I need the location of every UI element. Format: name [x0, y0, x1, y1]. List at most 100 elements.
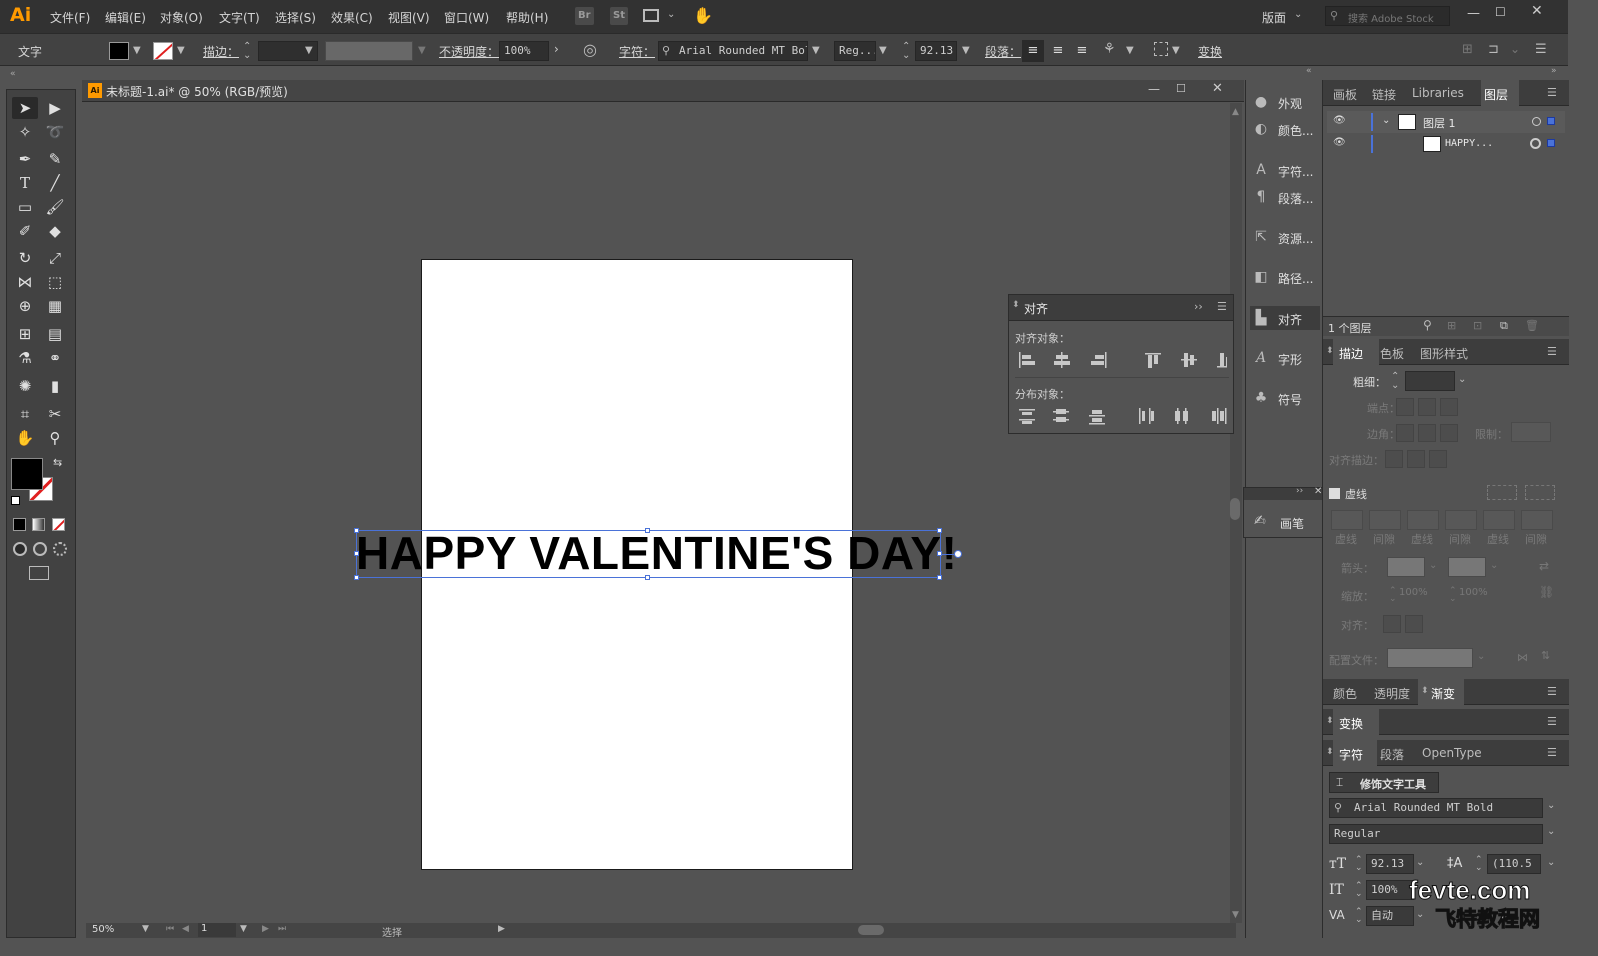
arrange-documents-icon[interactable]	[643, 9, 659, 22]
transform-link[interactable]: 变换	[1198, 43, 1222, 60]
resize-handle[interactable]	[354, 528, 359, 533]
font-style-field[interactable]: Reg...	[834, 41, 876, 61]
brushes-label[interactable]: 画笔	[1280, 515, 1304, 532]
tab-swatches[interactable]: 色板	[1380, 345, 1404, 362]
none-mode-icon[interactable]	[52, 518, 65, 531]
menu-effect[interactable]: 效果(C)	[331, 9, 373, 26]
char-font-style-field[interactable]: Regular	[1329, 824, 1543, 844]
next-artboard-icon[interactable]: ▶	[262, 924, 269, 934]
panel-pathfinder[interactable]: ◧ 路径...	[1250, 265, 1320, 289]
stock-search-input[interactable]: ⚲ 搜索 Adobe Stock	[1325, 6, 1450, 26]
chevron-down-icon[interactable]: ▼	[418, 45, 426, 56]
chevron-down-icon[interactable]: ⌄	[1416, 857, 1424, 868]
curvature-tool-icon[interactable]: ✎	[42, 148, 68, 170]
chevron-down-icon[interactable]: ▼	[133, 45, 141, 56]
stroke-weight-stepper[interactable]: ⌃ ⌄	[1391, 372, 1399, 391]
tab-paragraph[interactable]: 段落	[1380, 746, 1404, 763]
align-to-selection-icon[interactable]	[1154, 42, 1168, 56]
char-font-size-field[interactable]: 92.13 |	[1366, 854, 1414, 874]
menu-icon[interactable]: ☰	[1547, 746, 1557, 759]
tab-layers[interactable]: 图层	[1484, 86, 1508, 103]
tab-character[interactable]: 字符	[1339, 746, 1363, 763]
shaper-tool-icon[interactable]: ✐	[12, 220, 38, 242]
document-tab[interactable]: Ai 未标题-1.ai* @ 50% (RGB/预览) — ☐ ✕	[82, 80, 1244, 102]
tab-transparency[interactable]: 透明度	[1374, 685, 1410, 702]
zoom-level[interactable]: 50%	[92, 924, 114, 935]
stroke-swatch[interactable]	[153, 42, 173, 60]
panel-glyphs[interactable]: A 字形	[1250, 346, 1320, 370]
tab-links[interactable]: 链接	[1372, 86, 1396, 103]
new-layer-icon[interactable]: ⧉	[1500, 319, 1508, 333]
pen-tool-icon[interactable]: ✒	[12, 148, 38, 170]
minimize-window-icon[interactable]: —	[1467, 6, 1480, 21]
menu-type[interactable]: 文字(T)	[219, 9, 260, 26]
char-font-family-field[interactable]: ⚲ Arial Rounded MT Bold	[1329, 798, 1543, 818]
opacity-field[interactable]: 100%	[499, 41, 549, 61]
layer-row[interactable]: 👁 ⌄ 图层 1	[1327, 111, 1565, 133]
width-tool-icon[interactable]: ⋈	[12, 271, 38, 293]
chevron-down-icon[interactable]: ▼	[1126, 45, 1134, 56]
workspace-switcher[interactable]: 版面	[1262, 9, 1286, 26]
close-window-icon[interactable]: ✕	[1531, 3, 1543, 19]
target-icon[interactable]	[1532, 117, 1541, 126]
chevron-down-icon[interactable]: ⌄	[1547, 857, 1555, 868]
minimize-document-icon[interactable]: —	[1148, 82, 1160, 96]
tab-stroke[interactable]: 描边	[1339, 345, 1363, 362]
font-size-field[interactable]: 92.13 |	[915, 41, 957, 61]
stroke-stepper[interactable]: ⌃ ⌄	[243, 42, 251, 61]
selection-bounding-box[interactable]	[356, 530, 941, 578]
canvas-area[interactable]: HAPPY VALENTINE'S DAY!	[86, 103, 1226, 923]
hand-tool-icon[interactable]: ✋	[12, 427, 38, 449]
menu-icon[interactable]: ☰	[1217, 300, 1227, 313]
stroke-weight-input[interactable]	[1405, 371, 1455, 391]
direct-selection-tool-icon[interactable]: ▶	[42, 97, 68, 119]
eraser-tool-icon[interactable]: ◆	[42, 220, 68, 242]
first-artboard-icon[interactable]: ⏮	[166, 924, 174, 934]
chevron-down-icon[interactable]: ▼	[879, 45, 887, 56]
maximize-window-icon[interactable]: ☐	[1495, 5, 1506, 19]
gradient-mode-icon[interactable]	[32, 518, 45, 531]
selection-indicator[interactable]	[1547, 117, 1555, 125]
selection-tool-icon[interactable]: ➤	[12, 97, 38, 119]
resize-handle[interactable]	[354, 551, 359, 556]
vertical-scale-stepper[interactable]: ⌃ ⌄	[1355, 882, 1363, 899]
menu-icon[interactable]: ☰	[1547, 345, 1557, 358]
panel-symbols[interactable]: ♣ 符号	[1250, 386, 1320, 410]
panel-appearance[interactable]: ● 外观	[1250, 90, 1320, 114]
tab-graphic-styles[interactable]: 图形样式	[1420, 345, 1468, 362]
touch-type-tool-button[interactable]: ⌶ 修饰文字工具	[1329, 772, 1439, 793]
menu-icon[interactable]: ☰	[1547, 86, 1557, 99]
sublayer-name[interactable]: HAPPY...	[1445, 138, 1493, 149]
chevron-down-icon[interactable]: ▼	[142, 924, 149, 934]
color-mode-icon[interactable]	[13, 518, 26, 531]
panel-color[interactable]: ◐ 颜色...	[1250, 117, 1320, 141]
dashed-line-checkbox[interactable]	[1329, 488, 1340, 499]
panel-align[interactable]: ▙ 对齐	[1250, 306, 1320, 330]
last-artboard-icon[interactable]: ⏭	[278, 924, 286, 934]
expand-icon[interactable]: «	[1306, 66, 1312, 76]
type-tool-icon[interactable]: T	[12, 172, 38, 194]
chevron-down-icon[interactable]: ⌄	[1382, 115, 1390, 126]
free-transform-tool-icon[interactable]: ⬚	[42, 271, 68, 293]
chevron-down-icon[interactable]: ⌄	[667, 9, 675, 20]
chevron-down-icon[interactable]: ▼	[240, 924, 247, 934]
menu-icon[interactable]: ☰	[1547, 715, 1557, 728]
resize-handle[interactable]	[937, 575, 942, 580]
collapse-icon[interactable]: »	[1551, 66, 1557, 76]
menu-file[interactable]: 文件(F)	[50, 9, 90, 26]
fill-swatch[interactable]	[109, 42, 129, 60]
scroll-down-icon[interactable]: ▼	[1232, 910, 1239, 920]
perspective-grid-tool-icon[interactable]: ▦	[42, 295, 68, 317]
menu-icon[interactable]: ☰	[1535, 42, 1547, 57]
menu-help[interactable]: 帮助(H)	[506, 9, 548, 26]
resize-handle[interactable]	[354, 575, 359, 580]
chevron-down-icon[interactable]: ▼	[962, 45, 970, 56]
chevron-right-icon[interactable]: ▶	[498, 924, 505, 934]
align-center-icon[interactable]: ≡	[1047, 40, 1069, 62]
chevron-down-icon[interactable]: ▼	[305, 45, 313, 56]
menu-edit[interactable]: 编辑(E)	[105, 9, 146, 26]
type-widget-handle[interactable]	[954, 550, 962, 558]
layer-name[interactable]: 图层 1	[1423, 115, 1456, 131]
default-colors-icon[interactable]	[11, 496, 20, 505]
column-graph-tool-icon[interactable]: ▮	[42, 375, 68, 397]
